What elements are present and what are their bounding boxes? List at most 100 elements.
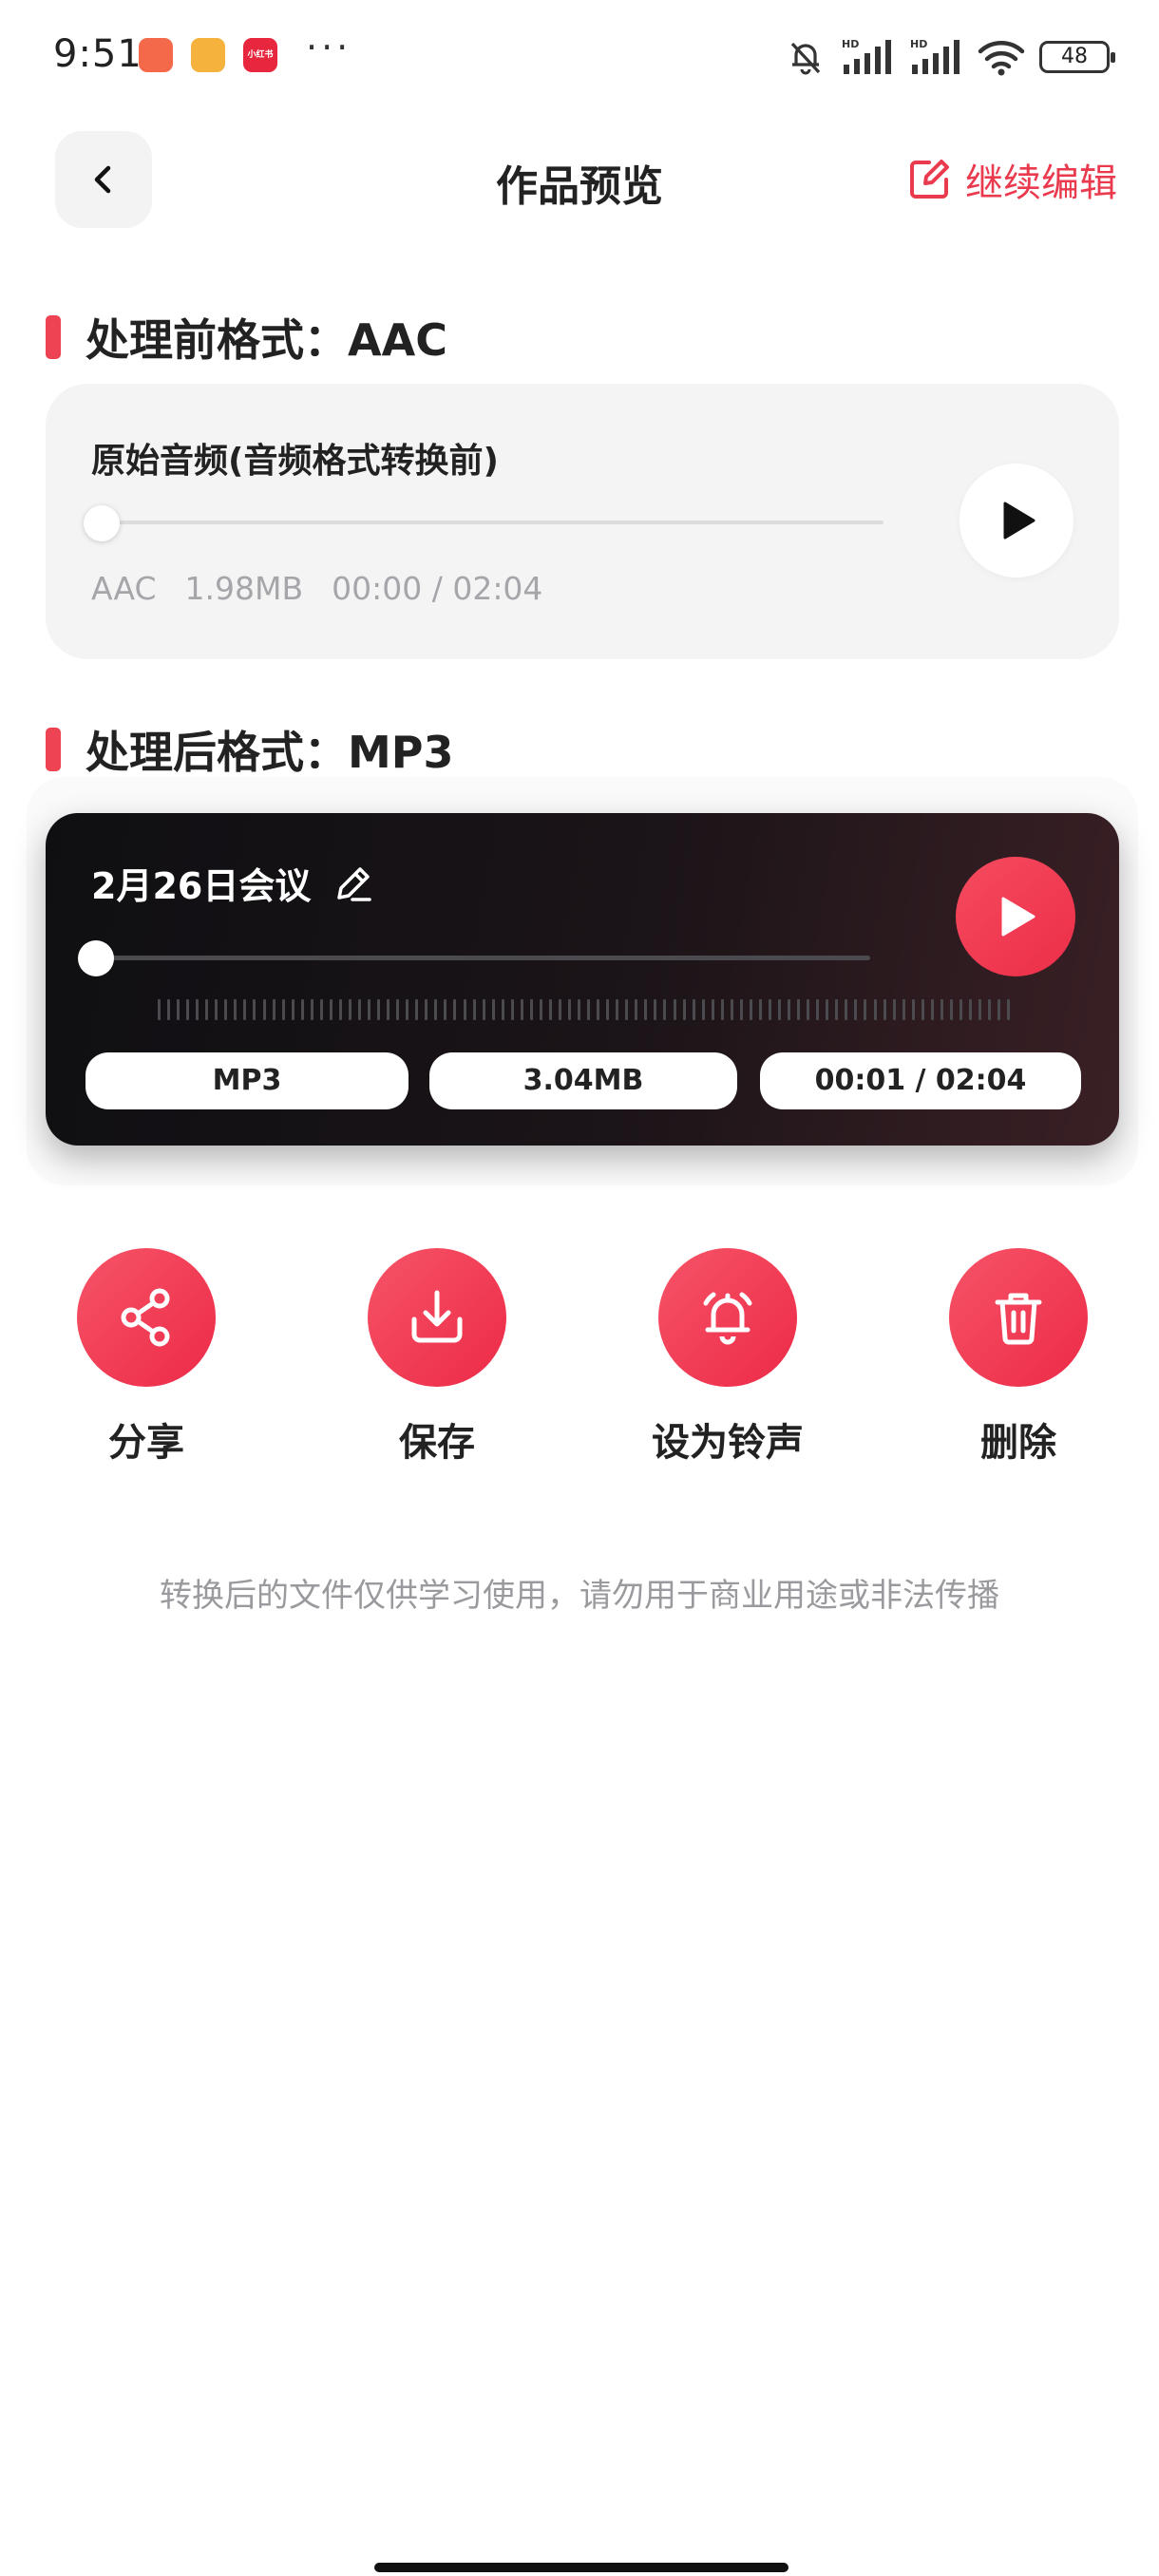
waveform-tick xyxy=(196,999,200,1020)
waveform-tick xyxy=(291,999,294,1020)
waveform-tick xyxy=(940,999,943,1020)
delete-button[interactable] xyxy=(949,1248,1088,1387)
save-button[interactable] xyxy=(368,1248,506,1387)
waveform-tick xyxy=(281,999,285,1020)
waveform-tick xyxy=(578,999,581,1020)
waveform-tick xyxy=(186,999,190,1020)
converted-progress-track[interactable] xyxy=(97,956,870,960)
waveform-tick xyxy=(177,999,180,1020)
waveform-tick xyxy=(224,999,228,1020)
waveform-tick xyxy=(587,999,591,1020)
download-icon xyxy=(411,1290,463,1343)
waveform-tick xyxy=(253,999,256,1020)
save-label: 保存 xyxy=(399,1421,475,1465)
waveform-tick xyxy=(835,999,839,1020)
waveform-tick xyxy=(616,999,619,1020)
pencil-icon[interactable] xyxy=(332,862,375,905)
waveform-tick xyxy=(597,999,600,1020)
waveform-tick xyxy=(788,999,791,1020)
converted-audio-title[interactable]: 2月26日会议 xyxy=(91,857,375,909)
bell-icon xyxy=(703,1292,752,1345)
signal-hd-icon-2: HD xyxy=(910,38,960,74)
waveform-tick xyxy=(873,999,877,1020)
waveform-tick xyxy=(682,999,686,1020)
xiaohongshu-app-icon: 小红书 xyxy=(243,38,277,72)
status-indicators: HD HD 48 xyxy=(785,34,1115,80)
save-action[interactable]: 保存 xyxy=(332,1248,542,1467)
waveform-tick xyxy=(463,999,466,1020)
waveform-tick xyxy=(357,999,361,1020)
converted-time-pill: 00:01 / 02:04 xyxy=(760,1052,1081,1109)
converted-audio-card: 2月26日会议 MP3 3.04MB 00:01 / 02:04 xyxy=(46,813,1119,1146)
waveform-tick xyxy=(930,999,934,1020)
waveform-tick xyxy=(472,999,476,1020)
waveform-tick xyxy=(758,999,762,1020)
waveform-tick xyxy=(377,999,381,1020)
waveform-tick xyxy=(491,999,495,1020)
converted-play-button[interactable] xyxy=(956,857,1075,976)
waveform-tick xyxy=(654,999,657,1020)
waveform-tick xyxy=(778,999,782,1020)
continue-edit-button[interactable]: 继续编辑 xyxy=(906,152,1117,207)
original-audio-card: 原始音频(音频格式转换前) AAC 1.98MB 00:00 / 02:04 xyxy=(46,384,1119,659)
chevron-left-icon xyxy=(94,165,111,194)
waveform-tick xyxy=(482,999,485,1020)
waveform-tick xyxy=(720,999,724,1020)
continue-edit-label: 继续编辑 xyxy=(965,161,1117,205)
waveform-tick xyxy=(368,999,371,1020)
waveform-tick xyxy=(892,999,896,1020)
waveform-tick xyxy=(902,999,905,1020)
waveform-tick xyxy=(396,999,400,1020)
original-size: 1.98MB xyxy=(184,570,304,607)
svg-text:HD: HD xyxy=(910,38,927,50)
waveform-tick xyxy=(701,999,705,1020)
delete-label: 删除 xyxy=(980,1421,1056,1465)
waveform-tick xyxy=(243,999,247,1020)
disclaimer-text: 转换后的文件仅供学习使用，请勿用于商业用途或非法传播 xyxy=(160,1577,999,1615)
waveform-tick xyxy=(949,999,953,1020)
converted-progress-thumb[interactable] xyxy=(78,940,114,976)
trash-icon xyxy=(995,1293,1042,1345)
waveform-tick xyxy=(167,999,171,1020)
svg-text:HD: HD xyxy=(842,38,859,50)
play-icon xyxy=(1003,502,1036,540)
waveform-tick xyxy=(692,999,695,1020)
waveform-tick xyxy=(711,999,714,1020)
status-time: 9:51 xyxy=(53,32,142,76)
waveform-tick xyxy=(319,999,323,1020)
converted-size-pill: 3.04MB xyxy=(429,1052,737,1109)
waveform-tick xyxy=(568,999,572,1020)
waveform-tick xyxy=(387,999,390,1020)
home-indicator[interactable] xyxy=(374,2563,788,2572)
waveform-tick xyxy=(272,999,276,1020)
original-audio-title: 原始音频(音频格式转换前) xyxy=(91,442,499,481)
waveform-tick xyxy=(425,999,428,1020)
share-action[interactable]: 分享 xyxy=(42,1248,251,1467)
mute-bell-icon xyxy=(790,42,821,75)
waveform-tick xyxy=(606,999,610,1020)
waveform xyxy=(158,999,1011,1020)
original-format: AAC xyxy=(91,570,157,607)
waveform-tick xyxy=(338,999,342,1020)
original-progress-track[interactable] xyxy=(101,521,884,524)
waveform-tick xyxy=(854,999,858,1020)
back-button[interactable] xyxy=(55,131,152,228)
gallery-app-icon xyxy=(191,38,225,72)
share-icon xyxy=(121,1288,170,1347)
original-progress-thumb[interactable] xyxy=(84,505,120,541)
waveform-tick xyxy=(730,999,733,1020)
waveform-tick xyxy=(510,999,514,1020)
wifi-icon xyxy=(978,41,1025,76)
waveform-tick xyxy=(558,999,561,1020)
waveform-tick xyxy=(415,999,419,1020)
waveform-tick xyxy=(529,999,533,1020)
set-ringtone-button[interactable] xyxy=(658,1248,797,1387)
calendar-app-icon xyxy=(139,38,173,72)
share-button[interactable] xyxy=(77,1248,216,1387)
delete-action[interactable]: 删除 xyxy=(914,1248,1123,1467)
original-play-button[interactable] xyxy=(960,464,1074,578)
waveform-tick xyxy=(329,999,332,1020)
waveform-tick xyxy=(310,999,314,1020)
share-label: 分享 xyxy=(108,1421,184,1465)
set-ringtone-action[interactable]: 设为铃声 xyxy=(623,1248,832,1467)
